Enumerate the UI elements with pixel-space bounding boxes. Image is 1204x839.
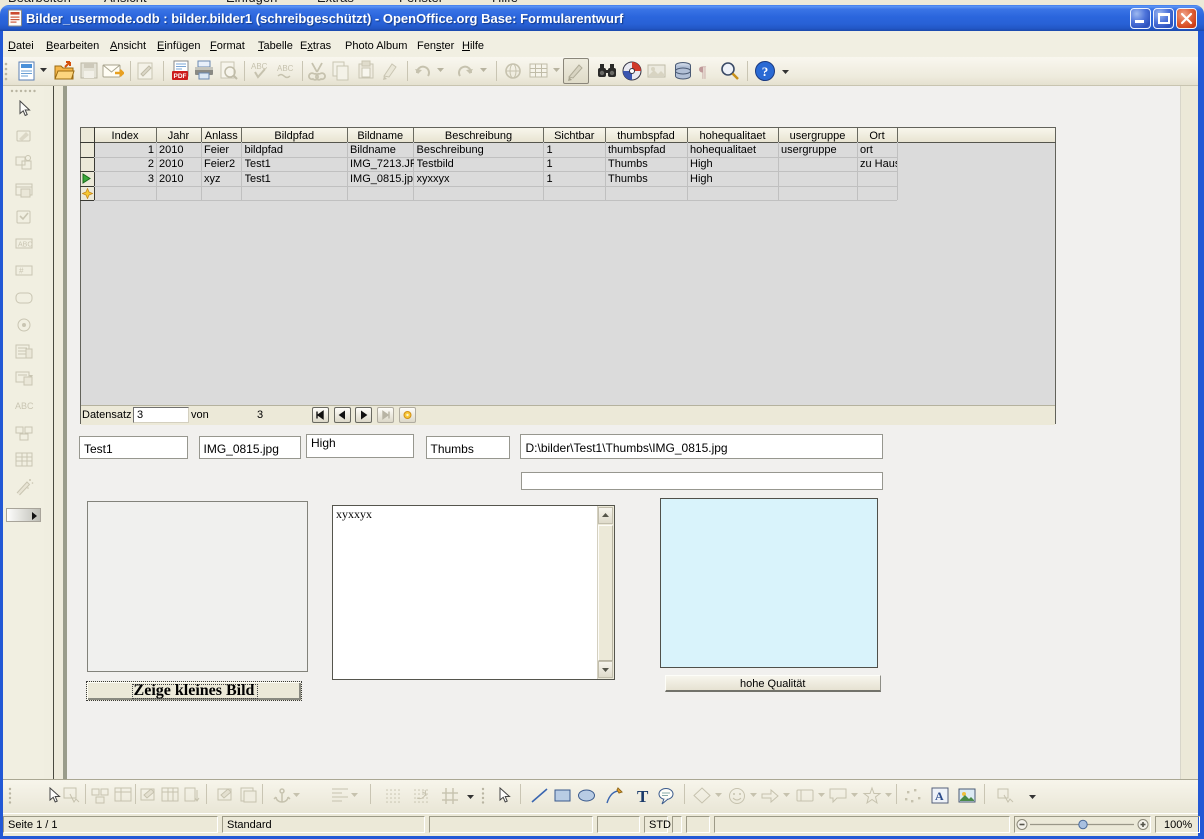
svg-text:T: T (637, 787, 649, 806)
svg-text:ABC: ABC (277, 64, 294, 73)
svg-text:¶: ¶ (699, 64, 707, 81)
svg-text:?: ? (762, 64, 769, 79)
svg-text:A: A (935, 789, 944, 803)
svg-text:ABC: ABC (18, 242, 32, 249)
svg-text:ABC: ABC (15, 401, 34, 411)
svg-text:PDF: PDF (174, 73, 187, 80)
svg-text:#: # (19, 267, 24, 276)
